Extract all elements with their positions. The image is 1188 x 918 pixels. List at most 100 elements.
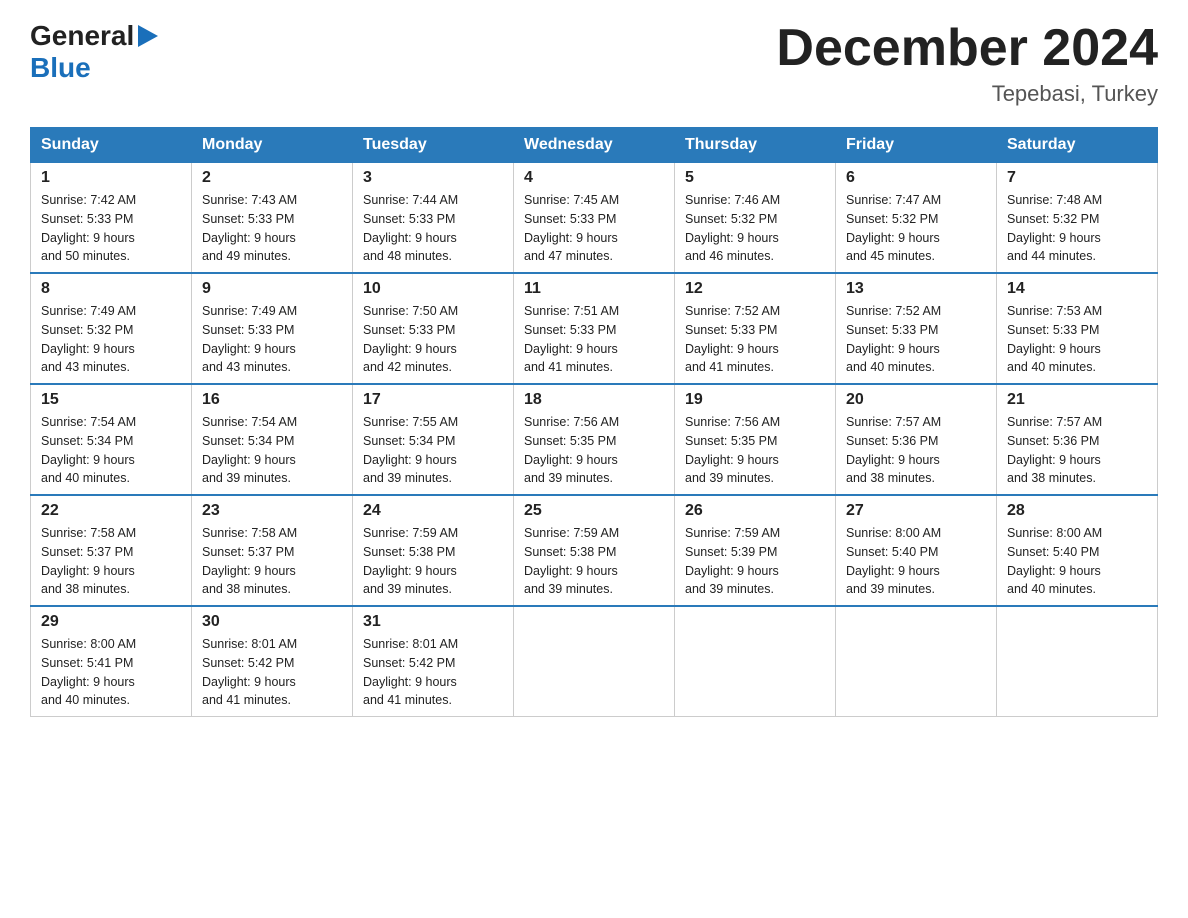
calendar-cell: 18Sunrise: 7:56 AMSunset: 5:35 PMDayligh… <box>514 384 675 495</box>
week-row-4: 22 Sunrise: 7:58 AMSunset: 5:37 PMDayligh… <box>31 495 1158 606</box>
calendar-cell: 7 Sunrise: 7:48 AMSunset: 5:32 PMDaylight… <box>997 163 1158 274</box>
calendar-cell: 29 Sunrise: 8:00 AMSunset: 5:41 PMDayligh… <box>31 606 192 717</box>
calendar-cell: 23 Sunrise: 7:58 AMSunset: 5:37 PMDayligh… <box>192 495 353 606</box>
location: Tepebasi, Turkey <box>776 81 1158 107</box>
day-info: Sunrise: 7:53 AMSunset: 5:33 PMDaylight:… <box>1007 302 1147 377</box>
day-info: Sunrise: 8:00 AMSunset: 5:40 PMDaylight:… <box>846 524 986 599</box>
day-info: Sunrise: 7:48 AMSunset: 5:32 PMDaylight:… <box>1007 191 1147 266</box>
day-info: Sunrise: 8:01 AMSunset: 5:42 PMDaylight:… <box>363 635 503 710</box>
day-info: Sunrise: 7:56 AMSunset: 5:35 PMDaylight:… <box>685 413 825 488</box>
calendar-header-friday: Friday <box>836 128 997 163</box>
week-row-1: 1Sunrise: 7:42 AMSunset: 5:33 PMDaylight… <box>31 163 1158 274</box>
week-row-2: 8 Sunrise: 7:49 AMSunset: 5:32 PMDaylight… <box>31 273 1158 384</box>
day-number: 4 <box>524 169 664 187</box>
day-info: Sunrise: 7:49 AMSunset: 5:32 PMDaylight:… <box>41 302 181 377</box>
logo-general-text: General <box>30 20 134 52</box>
page-header: General Blue December 2024 Tepebasi, Tur… <box>30 20 1158 107</box>
day-number: 12 <box>685 280 825 298</box>
day-number: 5 <box>685 169 825 187</box>
calendar-cell: 20Sunrise: 7:57 AMSunset: 5:36 PMDayligh… <box>836 384 997 495</box>
logo-arrow-icon <box>138 25 158 47</box>
calendar-cell <box>675 606 836 717</box>
logo: General Blue <box>30 20 158 84</box>
day-number: 17 <box>363 391 503 409</box>
day-info: Sunrise: 7:51 AMSunset: 5:33 PMDaylight:… <box>524 302 664 377</box>
week-row-5: 29 Sunrise: 8:00 AMSunset: 5:41 PMDayligh… <box>31 606 1158 717</box>
day-number: 30 <box>202 613 342 631</box>
calendar-cell: 24 Sunrise: 7:59 AMSunset: 5:38 PMDayligh… <box>353 495 514 606</box>
day-info: Sunrise: 7:52 AMSunset: 5:33 PMDaylight:… <box>685 302 825 377</box>
day-info: Sunrise: 7:58 AMSunset: 5:37 PMDaylight:… <box>202 524 342 599</box>
day-info: Sunrise: 8:00 AMSunset: 5:40 PMDaylight:… <box>1007 524 1147 599</box>
calendar-cell: 5 Sunrise: 7:46 AMSunset: 5:32 PMDaylight… <box>675 163 836 274</box>
day-number: 16 <box>202 391 342 409</box>
day-info: Sunrise: 7:49 AMSunset: 5:33 PMDaylight:… <box>202 302 342 377</box>
calendar-cell: 25Sunrise: 7:59 AMSunset: 5:38 PMDayligh… <box>514 495 675 606</box>
day-info: Sunrise: 7:47 AMSunset: 5:32 PMDaylight:… <box>846 191 986 266</box>
calendar-cell: 14 Sunrise: 7:53 AMSunset: 5:33 PMDayligh… <box>997 273 1158 384</box>
day-info: Sunrise: 7:59 AMSunset: 5:38 PMDaylight:… <box>363 524 503 599</box>
calendar-cell: 13 Sunrise: 7:52 AMSunset: 5:33 PMDayligh… <box>836 273 997 384</box>
calendar-header-monday: Monday <box>192 128 353 163</box>
day-number: 31 <box>363 613 503 631</box>
day-number: 8 <box>41 280 181 298</box>
day-number: 28 <box>1007 502 1147 520</box>
calendar-header-saturday: Saturday <box>997 128 1158 163</box>
day-info: Sunrise: 7:43 AMSunset: 5:33 PMDaylight:… <box>202 191 342 266</box>
day-number: 13 <box>846 280 986 298</box>
calendar-table: SundayMondayTuesdayWednesdayThursdayFrid… <box>30 127 1158 717</box>
day-number: 20 <box>846 391 986 409</box>
calendar-cell: 11 Sunrise: 7:51 AMSunset: 5:33 PMDayligh… <box>514 273 675 384</box>
day-number: 18 <box>524 391 664 409</box>
calendar-cell: 1Sunrise: 7:42 AMSunset: 5:33 PMDaylight… <box>31 163 192 274</box>
day-number: 3 <box>363 169 503 187</box>
logo-blue-text: Blue <box>30 52 91 83</box>
calendar-cell: 22 Sunrise: 7:58 AMSunset: 5:37 PMDayligh… <box>31 495 192 606</box>
month-title: December 2024 <box>776 20 1158 77</box>
calendar-cell: 3 Sunrise: 7:44 AMSunset: 5:33 PMDaylight… <box>353 163 514 274</box>
calendar-cell: 27Sunrise: 8:00 AMSunset: 5:40 PMDayligh… <box>836 495 997 606</box>
day-number: 7 <box>1007 169 1147 187</box>
day-info: Sunrise: 7:57 AMSunset: 5:36 PMDaylight:… <box>1007 413 1147 488</box>
calendar-header-row: SundayMondayTuesdayWednesdayThursdayFrid… <box>31 128 1158 163</box>
day-info: Sunrise: 7:52 AMSunset: 5:33 PMDaylight:… <box>846 302 986 377</box>
day-number: 14 <box>1007 280 1147 298</box>
day-info: Sunrise: 7:55 AMSunset: 5:34 PMDaylight:… <box>363 413 503 488</box>
day-info: Sunrise: 7:50 AMSunset: 5:33 PMDaylight:… <box>363 302 503 377</box>
day-number: 10 <box>363 280 503 298</box>
calendar-cell: 21Sunrise: 7:57 AMSunset: 5:36 PMDayligh… <box>997 384 1158 495</box>
day-info: Sunrise: 7:54 AMSunset: 5:34 PMDaylight:… <box>41 413 181 488</box>
calendar-cell <box>836 606 997 717</box>
day-number: 15 <box>41 391 181 409</box>
day-number: 6 <box>846 169 986 187</box>
day-number: 23 <box>202 502 342 520</box>
calendar-cell: 6 Sunrise: 7:47 AMSunset: 5:32 PMDaylight… <box>836 163 997 274</box>
day-info: Sunrise: 7:59 AMSunset: 5:39 PMDaylight:… <box>685 524 825 599</box>
day-number: 26 <box>685 502 825 520</box>
calendar-cell: 12 Sunrise: 7:52 AMSunset: 5:33 PMDayligh… <box>675 273 836 384</box>
day-number: 1 <box>41 169 181 187</box>
calendar-cell <box>997 606 1158 717</box>
calendar-cell: 28 Sunrise: 8:00 AMSunset: 5:40 PMDayligh… <box>997 495 1158 606</box>
day-number: 22 <box>41 502 181 520</box>
calendar-cell: 17 Sunrise: 7:55 AMSunset: 5:34 PMDayligh… <box>353 384 514 495</box>
calendar-cell: 8 Sunrise: 7:49 AMSunset: 5:32 PMDaylight… <box>31 273 192 384</box>
day-info: Sunrise: 7:45 AMSunset: 5:33 PMDaylight:… <box>524 191 664 266</box>
calendar-header-tuesday: Tuesday <box>353 128 514 163</box>
calendar-cell: 19Sunrise: 7:56 AMSunset: 5:35 PMDayligh… <box>675 384 836 495</box>
calendar-cell: 30Sunrise: 8:01 AMSunset: 5:42 PMDayligh… <box>192 606 353 717</box>
day-info: Sunrise: 7:46 AMSunset: 5:32 PMDaylight:… <box>685 191 825 266</box>
calendar-cell: 10 Sunrise: 7:50 AMSunset: 5:33 PMDayligh… <box>353 273 514 384</box>
day-number: 11 <box>524 280 664 298</box>
day-number: 24 <box>363 502 503 520</box>
day-number: 29 <box>41 613 181 631</box>
calendar-cell: 4 Sunrise: 7:45 AMSunset: 5:33 PMDaylight… <box>514 163 675 274</box>
day-info: Sunrise: 8:00 AMSunset: 5:41 PMDaylight:… <box>41 635 181 710</box>
day-info: Sunrise: 7:44 AMSunset: 5:33 PMDaylight:… <box>363 191 503 266</box>
day-info: Sunrise: 7:58 AMSunset: 5:37 PMDaylight:… <box>41 524 181 599</box>
calendar-header-wednesday: Wednesday <box>514 128 675 163</box>
calendar-cell <box>514 606 675 717</box>
calendar-cell: 16Sunrise: 7:54 AMSunset: 5:34 PMDayligh… <box>192 384 353 495</box>
calendar-header-thursday: Thursday <box>675 128 836 163</box>
day-info: Sunrise: 7:59 AMSunset: 5:38 PMDaylight:… <box>524 524 664 599</box>
